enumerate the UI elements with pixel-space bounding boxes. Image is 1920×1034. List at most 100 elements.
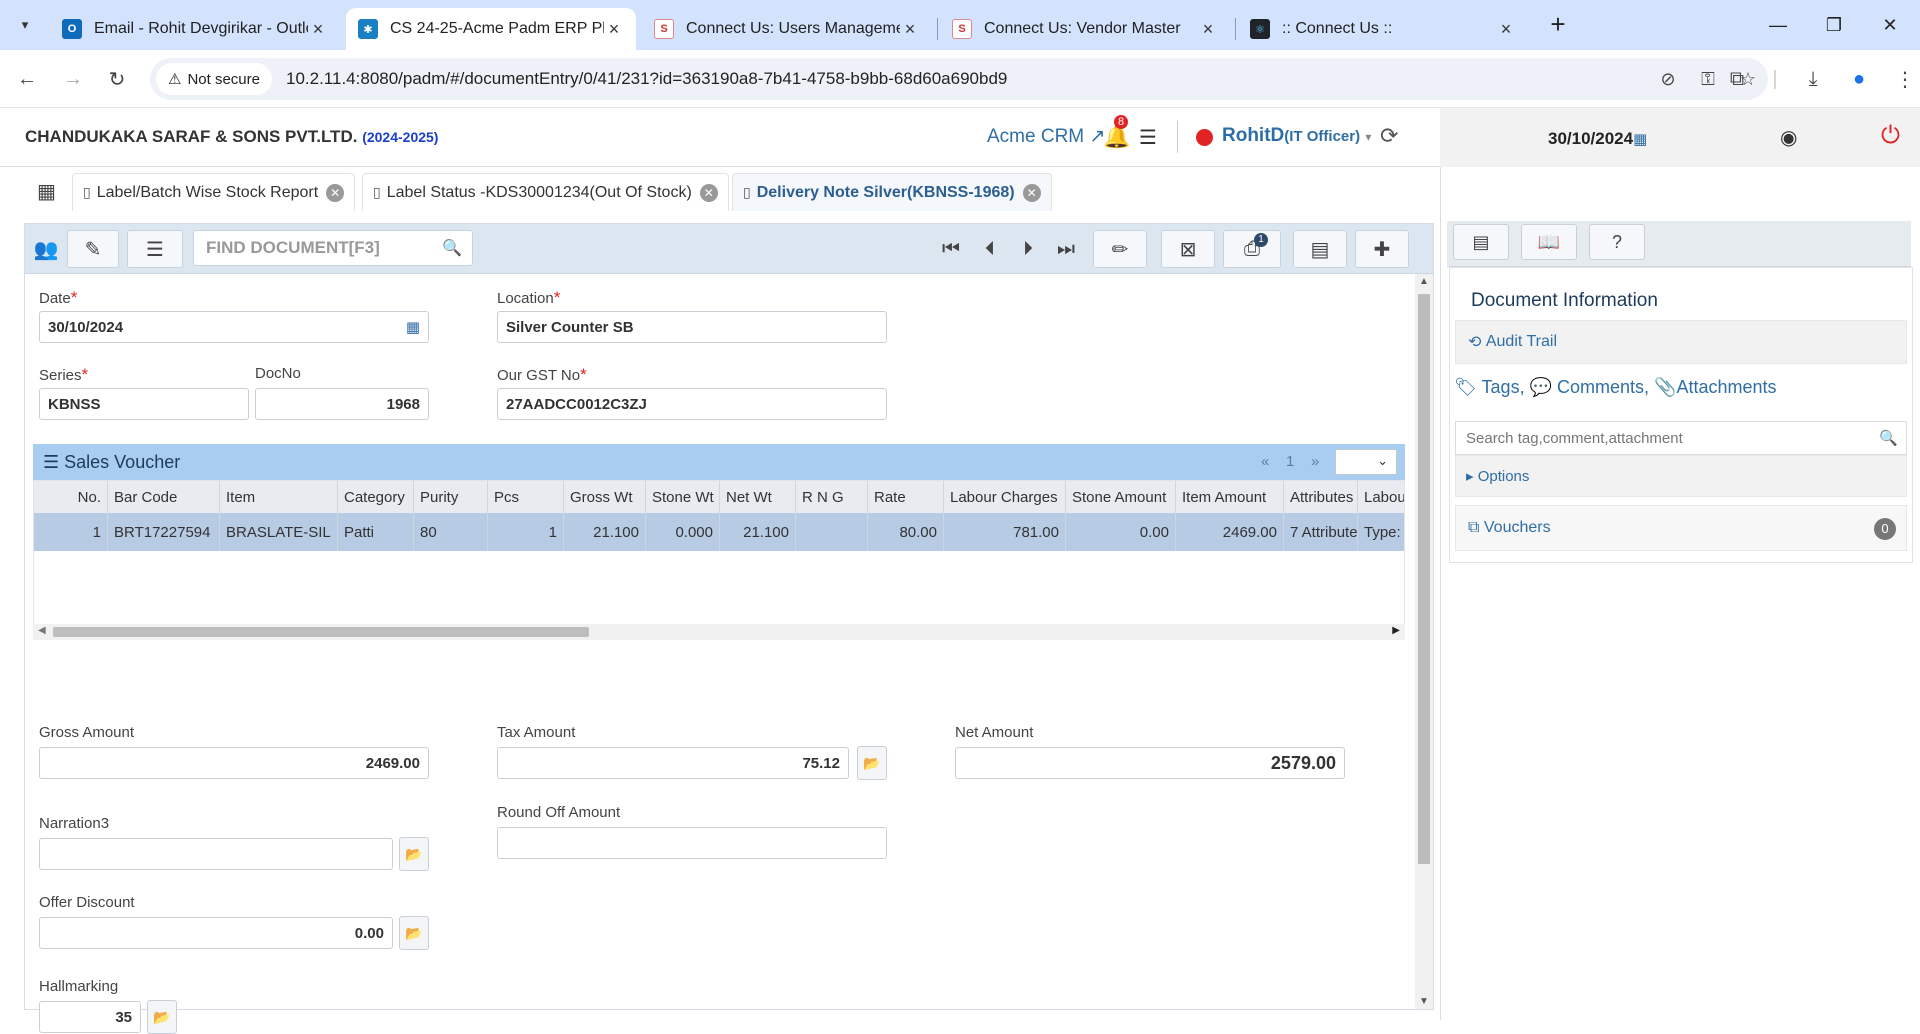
camera-off-icon[interactable]: ⊘ [1648, 69, 1688, 90]
page-size-select[interactable]: ⌄ [1335, 449, 1397, 475]
date-field[interactable]: 30/10/2024 ▦ [39, 311, 429, 343]
table-cell[interactable]: BRASLATE-SIL [220, 513, 338, 551]
close-window-button[interactable]: ✕ [1870, 8, 1910, 42]
column-header[interactable]: Stone Wt [646, 481, 720, 513]
apps-grid-icon[interactable]: ▦ [37, 179, 56, 204]
close-tab-icon[interactable]: ✕ [1022, 183, 1041, 202]
download-icon[interactable]: ⤓ [1790, 68, 1836, 91]
comments-link[interactable]: Comments, [1557, 377, 1649, 397]
add-button[interactable]: ✚ [1355, 230, 1409, 268]
details-button[interactable]: ▤ [1453, 224, 1509, 260]
table-cell[interactable]: BRT17227594 [108, 513, 220, 551]
table-cell[interactable]: 80 [414, 513, 488, 551]
table-cell[interactable]: 80.00 [868, 513, 944, 551]
column-header[interactable]: Item Amount [1176, 481, 1284, 513]
hallmarking-field[interactable]: 35 [39, 1001, 141, 1033]
tax-detail-button[interactable]: 📂 [857, 746, 887, 780]
tags-link[interactable]: Tags, [1482, 377, 1525, 397]
column-header[interactable]: Labour Charges [944, 481, 1066, 513]
close-tab-icon[interactable]: × [1496, 19, 1516, 40]
table-cell[interactable]: 1 [34, 513, 108, 551]
tax-amount-field[interactable]: 75.12 [497, 747, 849, 779]
audit-trail-link[interactable]: ⟲ Audit Trail [1455, 320, 1907, 364]
edit-note-button[interactable]: ✎ [67, 230, 119, 268]
browser-tab-connect[interactable]: ⚛ :: Connect Us :: × [1238, 8, 1528, 50]
offer-discount-field[interactable]: 0.00 [39, 917, 393, 949]
minimize-button[interactable]: — [1758, 8, 1798, 42]
docno-field[interactable]: 1968 [255, 388, 429, 420]
first-record-button[interactable]: ⏮ [936, 230, 966, 268]
browser-tab-vendor[interactable]: S Connect Us: Vendor Master × [940, 8, 1230, 50]
scroll-left-icon[interactable]: ◀ [38, 625, 46, 636]
book-button[interactable]: 📖 [1521, 224, 1577, 260]
narration-detail-button[interactable]: 📂 [399, 837, 429, 871]
options-toggle[interactable]: ▸ Options [1455, 455, 1907, 497]
back-button[interactable]: ← [12, 64, 42, 94]
edit-button[interactable]: ✏ [1093, 230, 1147, 268]
print-button[interactable]: ⎙ 1 [1223, 230, 1281, 268]
scroll-thumb[interactable] [53, 627, 589, 637]
table-cell[interactable]: 1 [488, 513, 564, 551]
profile-icon[interactable]: ● [1836, 68, 1882, 91]
table-cell[interactable]: 21.100 [720, 513, 796, 551]
round-off-field[interactable] [497, 827, 887, 859]
hallmarking-detail-button[interactable]: 📂 [147, 1000, 177, 1034]
column-header[interactable]: No. [34, 481, 108, 513]
eye-slash-icon[interactable]: ◉ [1780, 125, 1797, 150]
forward-button[interactable]: → [58, 64, 88, 94]
table-row[interactable]: 1 BRT17227594 BRASLATE-SIL Patti 80 1 21.100 0.… [34, 513, 1404, 551]
users-icon[interactable]: 👥 [29, 230, 63, 268]
document-button[interactable]: ▤ [1293, 230, 1347, 268]
power-icon[interactable]: ⏻ [1881, 122, 1900, 150]
close-tab-icon[interactable]: × [900, 19, 920, 40]
table-cell[interactable]: 21.100 [564, 513, 646, 551]
not-secure-chip[interactable]: ⚠ Not secure [156, 63, 272, 95]
next-record-button[interactable]: ⏵ [1015, 230, 1041, 268]
scroll-up-icon[interactable]: ▲ [1419, 276, 1429, 287]
table-cell[interactable]: 7 Attributes [1284, 513, 1358, 551]
new-tab-button[interactable]: + [1543, 10, 1573, 40]
column-header[interactable]: Item [220, 481, 338, 513]
table-cell[interactable]: Type: V [1358, 513, 1404, 551]
help-button[interactable]: ? [1589, 224, 1645, 260]
pager-prev[interactable]: « [1261, 453, 1269, 470]
close-tab-icon[interactable]: × [604, 19, 624, 40]
working-date[interactable]: 30/10/2024▦ [1548, 129, 1647, 149]
column-header[interactable]: Bar Code [108, 481, 220, 513]
table-cell[interactable]: 2469.00 [1176, 513, 1284, 551]
extensions-icon[interactable]: ⧉ [1714, 68, 1760, 91]
cancel-document-button[interactable]: ⊠ [1161, 230, 1215, 268]
reload-button[interactable]: ↻ [102, 64, 132, 94]
search-icon[interactable]: 🔍 [1879, 429, 1898, 447]
doc-tab-delivery-note[interactable]: ▯ Delivery Note Silver(KBNSS-1968) ✕ [732, 173, 1052, 211]
user-menu[interactable]: RohitD(IT Officer) ▾ [1222, 125, 1371, 147]
column-header[interactable]: Purity [414, 481, 488, 513]
attachments-link[interactable]: Attachments [1677, 377, 1777, 397]
previous-record-button[interactable]: ⏴ [977, 230, 1003, 268]
browser-tab-erp[interactable]: ✱ CS 24-25-Acme Padm ERP Platf × [346, 8, 636, 50]
doc-tab-label-status[interactable]: ▯ Label Status -KDS30001234(Out Of Stock… [362, 173, 729, 211]
last-record-button[interactable]: ⏭ [1051, 230, 1081, 268]
url-text[interactable]: 10.2.11.4:8080/padm/#/documentEntry/0/41… [286, 69, 1007, 89]
net-amount-field[interactable]: 2579.00 [955, 747, 1345, 779]
table-cell[interactable]: Patti [338, 513, 414, 551]
tab-search-button[interactable]: ▾ [10, 11, 40, 39]
column-header[interactable]: Labour [1358, 481, 1404, 513]
tag-search-input[interactable] [1456, 422, 1856, 454]
location-field[interactable]: Silver Counter SB [497, 311, 887, 343]
column-header[interactable]: Category [338, 481, 414, 513]
scroll-down-icon[interactable]: ▼ [1419, 996, 1429, 1007]
find-document-input[interactable] [194, 231, 424, 265]
refresh-icon[interactable]: ⟳ [1380, 123, 1398, 149]
vouchers-link[interactable]: ⧉ Vouchers 0 [1455, 505, 1907, 551]
column-header[interactable]: Gross Wt [564, 481, 646, 513]
column-header[interactable]: Net Wt [720, 481, 796, 513]
series-field[interactable]: KBNSS [39, 388, 249, 420]
table-cell[interactable]: 0.00 [1066, 513, 1176, 551]
table-cell[interactable]: 781.00 [944, 513, 1066, 551]
close-tab-icon[interactable]: ✕ [699, 183, 718, 202]
scroll-thumb[interactable] [1418, 294, 1430, 864]
pager-next[interactable]: » [1311, 453, 1319, 470]
close-tab-icon[interactable]: ✕ [326, 183, 345, 202]
more-menu-icon[interactable]: ⋮ [1882, 67, 1920, 92]
